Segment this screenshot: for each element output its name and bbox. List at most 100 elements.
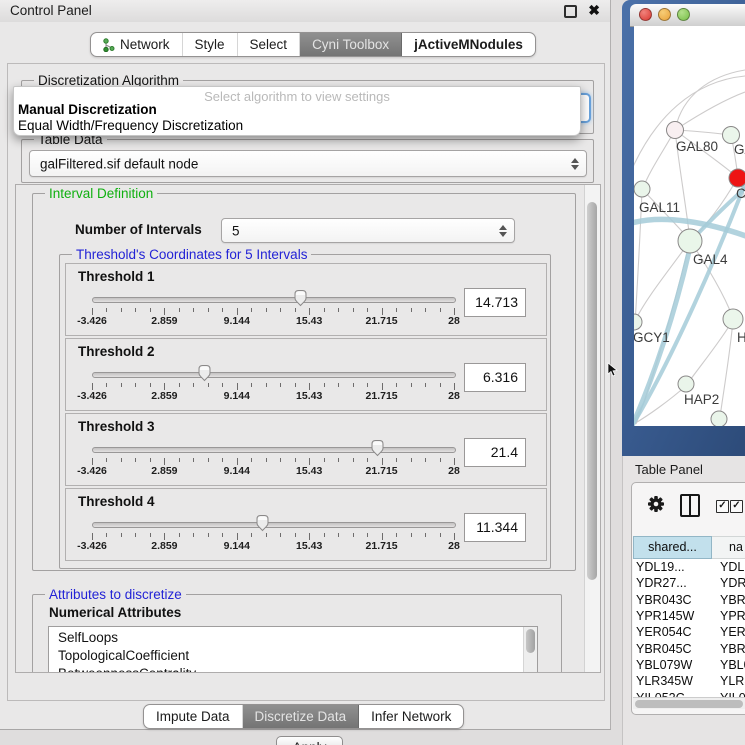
slider-thumb[interactable] bbox=[293, 289, 308, 307]
settings-vertical-scrollbar[interactable] bbox=[584, 185, 600, 672]
checkbox-icon[interactable]: ✓ bbox=[730, 500, 743, 513]
gear-icon[interactable] bbox=[647, 495, 665, 513]
slider-tick bbox=[164, 383, 165, 390]
cell-shared-name[interactable]: YLR345W bbox=[633, 674, 712, 688]
network-node-red-node[interactable] bbox=[729, 169, 745, 187]
close-traffic-light-icon[interactable] bbox=[639, 8, 652, 21]
tab-cyni-toolbox[interactable]: Cyni Toolbox bbox=[300, 33, 402, 56]
cell-name[interactable]: YLR3 bbox=[712, 674, 745, 688]
algorithm-option-1[interactable]: Manual Discretization bbox=[18, 102, 157, 117]
tab-network[interactable]: Network bbox=[91, 33, 183, 56]
tab-label: Style bbox=[195, 37, 225, 52]
slider-tick bbox=[425, 458, 426, 462]
table-row[interactable]: YBL079WYBL0 bbox=[633, 657, 745, 673]
threshold-value-field[interactable]: 11.344 bbox=[464, 513, 526, 542]
num-intervals-combobox[interactable]: 5 bbox=[221, 218, 515, 243]
cell-name[interactable]: YDL1 bbox=[712, 560, 745, 574]
network-node-bottom-node[interactable] bbox=[711, 411, 727, 426]
tab-jactivemnodules[interactable]: jActiveMNodules bbox=[402, 33, 535, 56]
column-layout-icon[interactable] bbox=[680, 494, 700, 517]
tab-select[interactable]: Select bbox=[238, 33, 301, 56]
attribute-items: SelfLoopsTopologicalCoefficientBetweenne… bbox=[49, 627, 537, 673]
cell-shared-name[interactable]: YBL079W bbox=[633, 658, 712, 672]
attributes-list-scrollbar[interactable] bbox=[523, 627, 537, 673]
scrollbar-thumb[interactable] bbox=[635, 700, 743, 708]
tab-infer-network[interactable]: Infer Network bbox=[359, 705, 463, 728]
attributes-group-label: Attributes to discretize bbox=[45, 587, 186, 602]
network-node-GAL80[interactable] bbox=[667, 122, 684, 139]
cell-shared-name[interactable]: YBR043C bbox=[633, 593, 712, 607]
numerical-attributes-label: Numerical Attributes bbox=[49, 605, 181, 620]
threshold-value-field[interactable]: 14.713 bbox=[464, 288, 526, 317]
cell-name[interactable]: YBL0 bbox=[712, 658, 745, 672]
tab-impute-data[interactable]: Impute Data bbox=[144, 705, 243, 728]
tab-label: Impute Data bbox=[156, 709, 230, 724]
slider-tick bbox=[237, 533, 238, 540]
float-window-icon[interactable] bbox=[564, 5, 577, 18]
checkbox-icon[interactable]: ✓ bbox=[716, 500, 729, 513]
slider-thumb[interactable] bbox=[255, 514, 270, 532]
threshold-value-field[interactable]: 21.4 bbox=[464, 438, 526, 467]
network-node-H-clipped[interactable] bbox=[723, 309, 743, 329]
slider-tick bbox=[440, 308, 441, 312]
slider-track[interactable] bbox=[92, 372, 456, 378]
scrollbar-thumb[interactable] bbox=[587, 202, 597, 580]
network-node-GAL11[interactable] bbox=[634, 181, 650, 197]
cell-shared-name[interactable]: YDR27... bbox=[633, 576, 712, 590]
slider-thumb[interactable] bbox=[197, 364, 212, 382]
slider-tick-label: 21.715 bbox=[366, 315, 398, 327]
threshold-label: Threshold 4 bbox=[78, 494, 155, 509]
table-row[interactable]: YPR145WYPR1 bbox=[633, 608, 745, 624]
attribute-list-item[interactable]: SelfLoops bbox=[49, 629, 537, 647]
attributes-listbox[interactable]: SelfLoopsTopologicalCoefficientBetweenne… bbox=[48, 626, 538, 673]
cell-shared-name[interactable]: YBR045C bbox=[633, 642, 712, 656]
slider-tick-label: -3.426 bbox=[77, 465, 107, 477]
table-row[interactable]: YLR345WYLR3 bbox=[633, 673, 745, 689]
network-node-GAL4[interactable] bbox=[678, 229, 702, 253]
slider-track[interactable] bbox=[92, 297, 456, 303]
cell-shared-name[interactable]: YPR145W bbox=[633, 609, 712, 623]
close-icon[interactable]: ✖ bbox=[588, 2, 600, 19]
slider-track[interactable] bbox=[92, 522, 456, 528]
slider-thumb[interactable] bbox=[370, 439, 385, 457]
slider-tick bbox=[454, 458, 455, 465]
tab-discretize-data[interactable]: Discretize Data bbox=[243, 705, 360, 728]
slider-tick bbox=[121, 533, 122, 537]
tab-style[interactable]: Style bbox=[183, 33, 238, 56]
threshold-value-field[interactable]: 6.316 bbox=[464, 363, 526, 392]
minimize-traffic-light-icon[interactable] bbox=[658, 8, 671, 21]
slider-tick bbox=[382, 383, 383, 390]
table-row[interactable]: YDR27...YDR2 bbox=[633, 575, 745, 591]
table-row[interactable]: YER054CYER0 bbox=[633, 624, 745, 640]
slider-track[interactable] bbox=[92, 447, 456, 453]
network-node-GCY1[interactable] bbox=[634, 314, 642, 330]
table-row[interactable]: YBR045CYBR0 bbox=[633, 640, 745, 656]
apply-button[interactable]: Apply bbox=[276, 736, 343, 745]
cell-name[interactable]: YBR0 bbox=[712, 642, 745, 656]
slider-tick bbox=[280, 383, 281, 387]
network-node-GA-clipped[interactable] bbox=[723, 127, 740, 144]
cell-name[interactable]: YDR2 bbox=[712, 576, 745, 590]
column-header-name[interactable]: na bbox=[712, 536, 745, 559]
cell-shared-name[interactable]: YDL19... bbox=[633, 560, 712, 574]
threshold-panel-4: Threshold 4-3.4262.8599.14415.4321.71528… bbox=[65, 488, 547, 561]
cell-shared-name[interactable]: YER054C bbox=[633, 625, 712, 639]
network-canvas[interactable]: GAL80GACGAL11GAL4GCY1HHAP2 bbox=[634, 26, 745, 426]
table-row[interactable]: YDL19...YDL1 bbox=[633, 559, 745, 575]
table-horizontal-scrollbar[interactable] bbox=[633, 697, 745, 709]
attribute-list-item[interactable]: BetweennessCentrality bbox=[49, 665, 537, 673]
network-node-HAP2[interactable] bbox=[678, 376, 694, 392]
algorithm-option-2[interactable]: Equal Width/Frequency Discretization bbox=[18, 118, 243, 133]
column-header-shared-name[interactable]: shared... bbox=[633, 536, 712, 559]
table-data-combobox[interactable]: galFiltered.sif default node bbox=[29, 150, 587, 177]
slider-tick bbox=[411, 383, 412, 387]
cell-name[interactable]: YPR1 bbox=[712, 609, 745, 623]
node-label-GAL11: GAL11 bbox=[639, 200, 680, 215]
cell-name[interactable]: YBR0 bbox=[712, 593, 745, 607]
attribute-list-item[interactable]: TopologicalCoefficient bbox=[49, 647, 537, 665]
slider-tick bbox=[106, 383, 107, 387]
zoom-traffic-light-icon[interactable] bbox=[677, 8, 690, 21]
table-row[interactable]: YBR043CYBR0 bbox=[633, 592, 745, 608]
cell-name[interactable]: YER0 bbox=[712, 625, 745, 639]
thresholds-group-label: Threshold's Coordinates for 5 Intervals bbox=[72, 247, 311, 262]
